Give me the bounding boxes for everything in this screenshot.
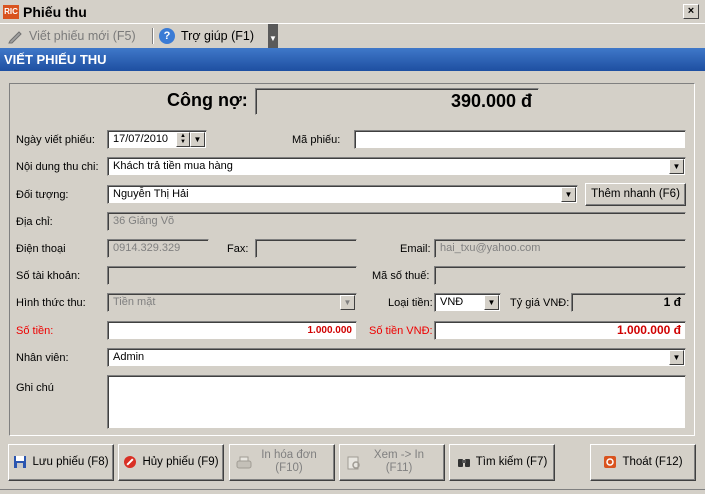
fax-field — [255, 239, 357, 258]
staff-select[interactable]: Admin ▼ — [107, 348, 686, 367]
subject-select[interactable]: Nguyễn Thị Hải ▼ — [107, 185, 578, 204]
debt-label: Công nợ: — [167, 90, 248, 110]
date-dropdown-button[interactable]: ▼ — [190, 132, 205, 147]
tax-field — [434, 266, 686, 285]
preview-print-button[interactable]: Xem -> In (F11) — [339, 444, 445, 481]
subject-dropdown-button[interactable]: ▼ — [561, 187, 576, 202]
tax-label: Mã số thuế: — [372, 270, 430, 282]
code-input[interactable] — [354, 130, 686, 149]
debt-field: 390.000 đ — [255, 88, 539, 115]
search-button[interactable]: Tìm kiếm (F7) — [449, 444, 555, 481]
currency-label: Loại tiền: — [388, 297, 433, 309]
status-strip — [0, 489, 705, 494]
address-field: 36 Giảng Võ — [107, 212, 686, 231]
quick-add-button[interactable]: Thêm nhanh (F6) — [585, 183, 686, 206]
save-button[interactable]: Lưu phiếu (F8) — [8, 444, 114, 481]
amount-input[interactable]: 1.000.000 — [107, 321, 357, 340]
phone-label: Điện thoại — [16, 243, 66, 255]
cancel-icon — [124, 455, 137, 468]
currency-select[interactable]: VNĐ ▼ — [434, 293, 501, 312]
amount-vnd-label: Số tiền VNĐ: — [369, 325, 433, 337]
method-select: Tiền mặt ▼ — [107, 293, 357, 312]
search-label: Tìm kiếm (F7) — [475, 456, 548, 468]
staff-dropdown-button[interactable]: ▼ — [669, 350, 684, 365]
content-label: Nội dung thu chi: — [16, 161, 99, 173]
print-icon — [236, 456, 252, 469]
subject-label: Đối tượng: — [16, 189, 69, 201]
amount-label: Số tiền: — [16, 325, 54, 337]
note-label: Ghi chú — [16, 382, 54, 394]
cancel-label: Hủy phiếu (F9) — [142, 456, 219, 468]
preview-icon — [347, 456, 360, 470]
code-label: Mã phiếu: — [292, 134, 341, 146]
subject-value: Nguyễn Thị Hải — [113, 188, 189, 200]
help-icon: ? — [159, 28, 175, 44]
email-field: hai_txu@yahoo.com — [434, 239, 686, 258]
account-label: Số tài khoản: — [16, 270, 81, 282]
rate-label: Tỷ giá VNĐ: — [510, 297, 570, 309]
save-icon — [14, 455, 27, 468]
exit-icon — [604, 455, 617, 468]
app-icon: RIC — [3, 5, 19, 19]
note-textarea[interactable] — [107, 375, 686, 429]
staff-value: Admin — [113, 351, 145, 363]
save-label: Lưu phiếu (F8) — [32, 456, 109, 468]
pencil-icon — [8, 31, 22, 44]
currency-dropdown-button[interactable]: ▼ — [484, 295, 499, 310]
print-invoice-button[interactable]: In hóa đơn (F10) — [229, 444, 335, 481]
title-bar: RIC Phiếu thu × — [0, 0, 705, 24]
date-value: 17/07/2010 — [113, 133, 169, 145]
exit-button[interactable]: Thoát (F12) — [590, 444, 696, 481]
date-label: Ngày viết phiếu: — [16, 134, 95, 146]
binoculars-icon — [457, 458, 470, 467]
method-value: Tiền mặt — [113, 296, 156, 308]
help-button[interactable]: Trợ giúp (F1) — [181, 27, 254, 46]
new-receipt-button[interactable]: Viết phiếu mới (F5) — [29, 27, 136, 46]
fax-label: Fax: — [227, 243, 249, 255]
email-label: Email: — [400, 243, 431, 255]
form-header: VIẾT PHIẾU THU — [0, 48, 705, 71]
close-button[interactable]: × — [683, 4, 699, 19]
phone-field: 0914.329.329 — [107, 239, 209, 258]
staff-label: Nhân viên: — [16, 352, 69, 364]
date-spinner[interactable]: ▲ ▼ — [176, 132, 190, 147]
toolbar-separator — [152, 28, 154, 44]
content-value: Khách trả tiền mua hàng — [113, 160, 233, 172]
content-dropdown-button[interactable]: ▼ — [669, 159, 684, 174]
currency-value: VNĐ — [440, 296, 464, 308]
rate-field: 1 đ — [571, 293, 686, 312]
amount-vnd-field: 1.000.000 đ — [434, 321, 686, 340]
method-label: Hình thức thu: — [16, 297, 86, 309]
cancel-button[interactable]: Hủy phiếu (F9) — [118, 444, 224, 481]
content-select[interactable]: Khách trả tiền mua hàng ▼ — [107, 157, 686, 176]
date-picker[interactable]: 17/07/2010 ▲ ▼ ▼ — [107, 130, 207, 149]
toolbar: Viết phiếu mới (F5) ? Trợ giúp (F1) — [0, 24, 705, 48]
account-field — [107, 266, 357, 285]
exit-label: Thoát (F12) — [622, 456, 683, 468]
window-title: Phiếu thu — [23, 4, 87, 20]
method-dropdown-button: ▼ — [340, 295, 355, 310]
address-label: Địa chỉ: — [16, 216, 53, 228]
toolbar-overflow-button[interactable]: ▼ — [268, 24, 278, 48]
